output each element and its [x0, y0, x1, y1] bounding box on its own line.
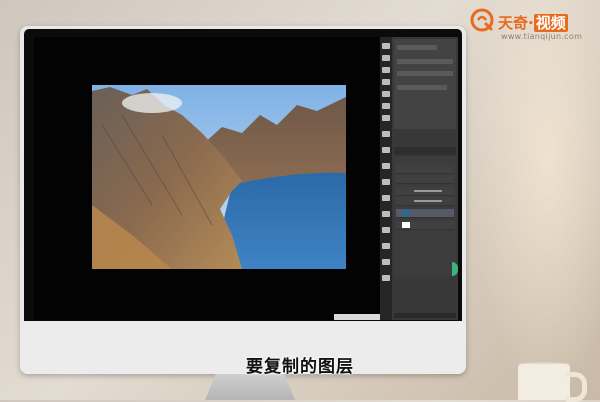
tool-icon[interactable]: [382, 103, 390, 109]
props-row: [397, 45, 437, 50]
layers-panel: [394, 157, 456, 277]
layer-name: [414, 190, 442, 192]
tool-icon[interactable]: [382, 195, 390, 201]
props-row[interactable]: [397, 59, 453, 64]
layers-panel-tabs[interactable]: [394, 147, 456, 155]
lake-mountain-photo: [92, 85, 346, 269]
video-subtitle: 要复制的图层: [246, 357, 354, 377]
props-row[interactable]: [397, 85, 447, 90]
tool-icon[interactable]: [382, 211, 390, 217]
tool-icon[interactable]: [382, 91, 390, 97]
text-layer-row[interactable]: [396, 197, 454, 206]
tool-icon[interactable]: [382, 67, 390, 73]
tool-icon[interactable]: [382, 163, 390, 169]
layer-kind-filter[interactable]: [396, 165, 454, 174]
brand-title: 天奇· 视频: [498, 12, 568, 33]
tool-icon[interactable]: [382, 179, 390, 185]
layer-name: [414, 200, 442, 202]
background-light: [470, 0, 600, 400]
tool-icon[interactable]: [382, 243, 390, 249]
document-canvas[interactable]: [34, 37, 380, 320]
layer-thumbnail: [402, 210, 410, 216]
tool-icon[interactable]: [382, 43, 390, 49]
monitor-bezel: [24, 29, 462, 321]
text-layer-row[interactable]: [396, 187, 454, 196]
layers-panel-footer[interactable]: [394, 313, 456, 318]
tool-icon[interactable]: [382, 131, 390, 137]
photoshop-screen: [34, 37, 458, 320]
layer-blend-mode[interactable]: [396, 175, 454, 184]
system-tray: [334, 314, 380, 320]
monitor-stand: [205, 374, 295, 400]
brand-url: www.tianqijun.com: [501, 32, 583, 41]
tool-icon[interactable]: [382, 275, 390, 281]
brand-title-prefix: 天奇·: [498, 14, 534, 32]
tool-icon[interactable]: [382, 79, 390, 85]
tool-icon[interactable]: [382, 55, 390, 61]
tool-icon[interactable]: [382, 259, 390, 265]
brand-watermark: 天奇· 视频 www.tianqijun.com: [470, 6, 598, 46]
properties-panel: [394, 39, 456, 129]
layer-thumbnail: [402, 222, 410, 228]
monitor: [20, 26, 466, 374]
brand-logo-icon: [470, 8, 494, 32]
brand-title-boxed: 视频: [533, 14, 568, 32]
tool-icon[interactable]: [382, 115, 390, 121]
right-panels: [392, 37, 458, 320]
tool-icon[interactable]: [382, 227, 390, 233]
props-row[interactable]: [397, 71, 453, 76]
layer-row-selected[interactable]: [396, 209, 454, 218]
tool-strip: [380, 37, 392, 320]
background-layer-row[interactable]: [396, 221, 454, 230]
tool-icon[interactable]: [382, 147, 390, 153]
